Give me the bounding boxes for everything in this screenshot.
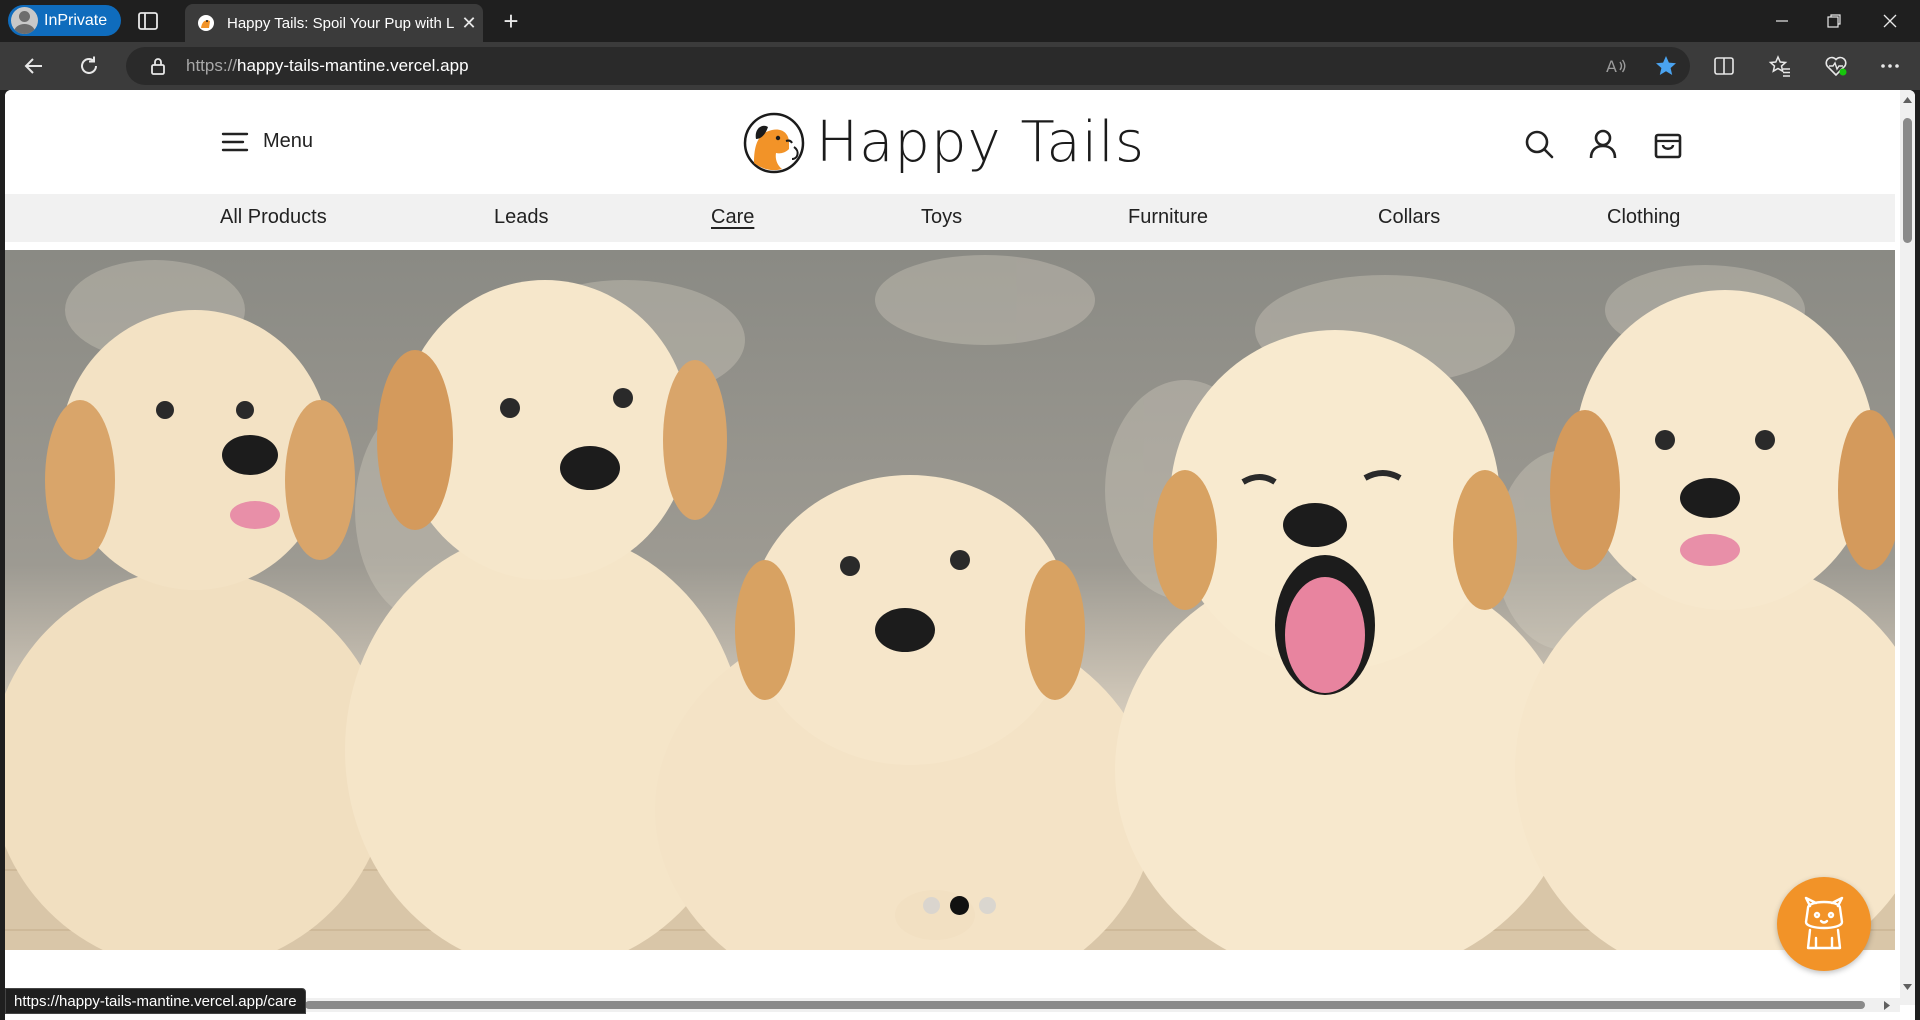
horizontal-scroll-thumb[interactable] bbox=[305, 1001, 1865, 1009]
tab-title: Happy Tails: Spoil Your Pup with L bbox=[227, 14, 455, 32]
inprivate-label: InPrivate bbox=[44, 11, 108, 29]
page-viewport: Menu Happy Tails All Products Leads Care… bbox=[5, 90, 1915, 1020]
restore-icon[interactable] bbox=[1806, 0, 1862, 42]
browser-essentials-icon[interactable] bbox=[1820, 50, 1852, 82]
category-clothing[interactable]: Clothing bbox=[1607, 206, 1680, 229]
search-icon[interactable] bbox=[1523, 128, 1555, 160]
vertical-scrollbar[interactable] bbox=[1900, 90, 1915, 1005]
site-header: Menu Happy Tails bbox=[5, 90, 1895, 194]
category-all-products[interactable]: All Products bbox=[220, 206, 327, 229]
vertical-scroll-thumb[interactable] bbox=[1903, 118, 1912, 243]
svg-text:A: A bbox=[1606, 57, 1617, 76]
tab-actions-icon[interactable] bbox=[136, 9, 160, 33]
url-host: happy-tails-mantine.vercel.app bbox=[237, 56, 469, 75]
menu-label: Menu bbox=[263, 130, 314, 152]
dog-logo-icon bbox=[743, 112, 805, 173]
menu-button[interactable]: Menu bbox=[221, 130, 313, 153]
refresh-icon[interactable] bbox=[73, 50, 105, 82]
split-screen-icon[interactable] bbox=[1708, 50, 1740, 82]
profile-avatar bbox=[11, 7, 38, 34]
category-care[interactable]: Care bbox=[711, 206, 754, 229]
favorite-star-icon[interactable] bbox=[1654, 54, 1678, 83]
dog-chat-icon bbox=[1804, 896, 1844, 950]
address-bar: https://happy-tails-mantine.vercel.app A bbox=[0, 42, 1920, 90]
new-tab-icon[interactable]: + bbox=[497, 8, 525, 36]
url-text: https://happy-tails-mantine.vercel.app bbox=[186, 56, 469, 76]
back-icon[interactable] bbox=[18, 50, 50, 82]
close-tab-icon[interactable]: ✕ bbox=[455, 13, 483, 34]
carousel-indicators bbox=[923, 896, 996, 915]
cart-bag-icon[interactable] bbox=[1652, 128, 1684, 160]
category-furniture[interactable]: Furniture bbox=[1128, 206, 1208, 229]
close-window-icon[interactable] bbox=[1862, 0, 1918, 42]
chat-assistant-button[interactable] bbox=[1777, 877, 1871, 971]
puppies-illustration bbox=[5, 255, 1895, 950]
category-leads[interactable]: Leads bbox=[494, 206, 549, 229]
lock-icon[interactable] bbox=[148, 56, 168, 76]
carousel-dot-3[interactable] bbox=[979, 897, 996, 914]
carousel-dot-2[interactable] bbox=[950, 896, 969, 915]
site-favicon-icon bbox=[197, 14, 215, 32]
category-collars[interactable]: Collars bbox=[1378, 206, 1440, 229]
account-icon[interactable] bbox=[1587, 128, 1619, 160]
site-logo[interactable]: Happy Tails bbox=[742, 110, 1145, 175]
favorites-icon[interactable] bbox=[1764, 50, 1796, 82]
read-aloud-icon[interactable]: A bbox=[1604, 54, 1628, 83]
carousel-dot-1[interactable] bbox=[923, 897, 940, 914]
inprivate-badge[interactable]: InPrivate bbox=[8, 5, 121, 36]
active-tab[interactable]: Happy Tails: Spoil Your Pup with L ✕ bbox=[185, 4, 483, 42]
logo-text: Happy Tails bbox=[816, 110, 1146, 175]
category-toys[interactable]: Toys bbox=[921, 206, 962, 229]
url-field[interactable]: https://happy-tails-mantine.vercel.app A bbox=[126, 47, 1690, 85]
more-options-icon[interactable] bbox=[1874, 50, 1906, 82]
minimize-icon[interactable] bbox=[1754, 0, 1810, 42]
hero-carousel-image bbox=[5, 250, 1895, 950]
url-protocol: https:// bbox=[186, 56, 238, 75]
category-nav: All Products Leads Care Toys Furniture C… bbox=[5, 194, 1895, 242]
hamburger-icon bbox=[221, 132, 249, 151]
browser-tab-bar: InPrivate Happy Tails: Spoil Your Pup wi… bbox=[0, 0, 1920, 42]
status-bar-link-preview: https://happy-tails-mantine.vercel.app/c… bbox=[5, 988, 306, 1014]
